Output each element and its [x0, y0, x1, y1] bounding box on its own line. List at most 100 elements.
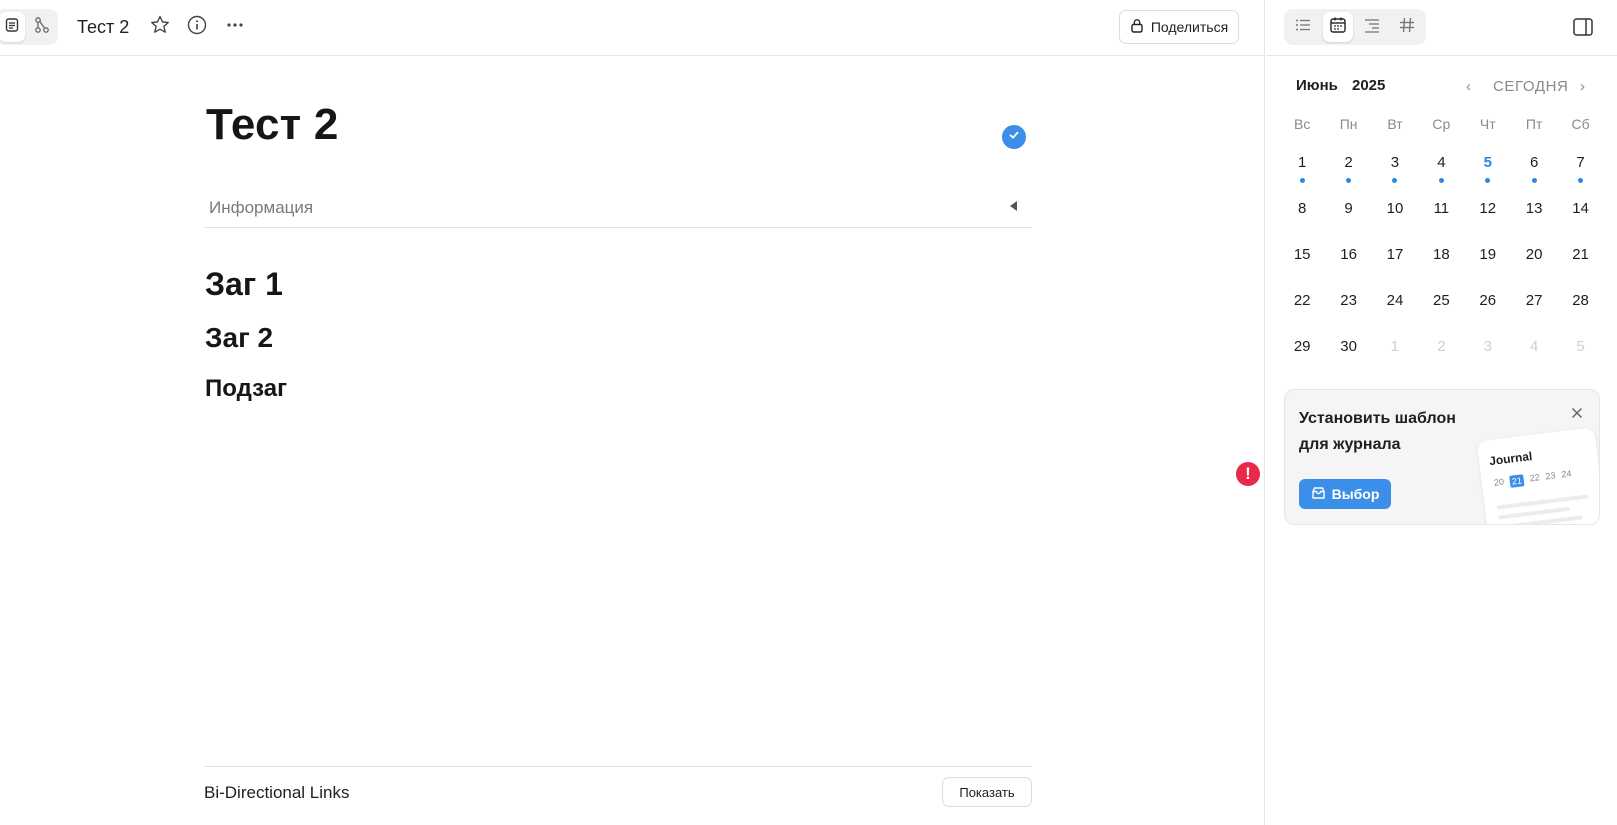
- tab-table-of-contents[interactable]: [1357, 12, 1388, 42]
- calendar-month[interactable]: Июнь: [1296, 77, 1338, 94]
- panel-toolbar: [1266, 0, 1617, 56]
- has-note-dot: [1438, 178, 1444, 183]
- page-title[interactable]: Тест 2: [206, 100, 339, 150]
- error-alert-icon[interactable]: !: [1236, 462, 1260, 486]
- calendar-year[interactable]: 2025: [1352, 77, 1385, 94]
- graph-icon: [33, 16, 51, 39]
- weekday-label: Чт: [1479, 116, 1496, 132]
- info-button[interactable]: [185, 15, 209, 39]
- favorite-button[interactable]: [148, 15, 172, 39]
- graph-view-button[interactable]: [29, 12, 55, 42]
- calendar-day[interactable]: 15: [1279, 234, 1325, 280]
- preview-line: [1496, 494, 1589, 510]
- has-note-dot: [1346, 178, 1352, 183]
- synced-badge: [1002, 125, 1026, 149]
- calendar-day[interactable]: 6: [1511, 142, 1557, 188]
- calendar-day[interactable]: 23: [1325, 280, 1371, 326]
- show-links-button[interactable]: Показать: [942, 777, 1032, 807]
- day-number: 3: [1390, 154, 1400, 171]
- calendar-next-button[interactable]: ›: [1580, 78, 1585, 95]
- sidebar-toggle-button[interactable]: [1572, 16, 1594, 38]
- template-card-title: Установить шаблон для журнала: [1299, 410, 1456, 453]
- calendar-day-next-month[interactable]: 4: [1511, 326, 1557, 372]
- calendar-day[interactable]: 3: [1372, 142, 1418, 188]
- calendar-day[interactable]: 29: [1279, 326, 1325, 372]
- share-button[interactable]: Поделиться: [1119, 10, 1239, 44]
- calendar-prev-button[interactable]: ‹: [1466, 78, 1471, 95]
- info-properties-toggle[interactable]: Информация: [204, 186, 1032, 228]
- document-icon: [4, 17, 20, 38]
- calendar-day[interactable]: 25: [1418, 280, 1464, 326]
- calendar-grid: Вс Пн Вт Ср Чт Пт Сб 1 2 3 4 5 6 7 8 9 1…: [1279, 110, 1604, 372]
- day-number: 5: [1483, 154, 1492, 171]
- has-note-dot: [1578, 178, 1584, 183]
- calendar-week: 8 9 10 11 12 13 14: [1279, 188, 1604, 234]
- preview-day: 22: [1529, 472, 1541, 484]
- preview-day: 20: [1493, 476, 1505, 488]
- tab-outline-list[interactable]: [1288, 12, 1319, 42]
- weekday-label: Вт: [1387, 116, 1403, 132]
- calendar-week: 15 16 17 18 19 20 21: [1279, 234, 1604, 280]
- list-icon: [1294, 16, 1312, 39]
- calendar-day[interactable]: 17: [1372, 234, 1418, 280]
- close-button[interactable]: [1569, 405, 1585, 421]
- sidebar-icon: [1572, 18, 1594, 42]
- calendar-day[interactable]: 2: [1325, 142, 1371, 188]
- collapse-arrow-icon: [1010, 201, 1017, 211]
- panel-tabs: [1284, 9, 1426, 45]
- calendar-day[interactable]: 14: [1557, 188, 1603, 234]
- heading-2[interactable]: Заг 2: [205, 322, 273, 354]
- calendar-day[interactable]: 7: [1557, 142, 1603, 188]
- tab-tags[interactable]: [1392, 12, 1423, 42]
- calendar-day[interactable]: 4: [1418, 142, 1464, 188]
- has-note-dot: [1531, 178, 1537, 183]
- check-icon: [1008, 128, 1020, 146]
- calendar-day[interactable]: 30: [1325, 326, 1371, 372]
- calendar-day[interactable]: 9: [1325, 188, 1371, 234]
- lock-icon: [1130, 18, 1144, 36]
- calendar-today-button[interactable]: СЕГОДНЯ: [1493, 78, 1568, 95]
- calendar-day-next-month[interactable]: 2: [1418, 326, 1464, 372]
- calendar-day[interactable]: 13: [1511, 188, 1557, 234]
- calendar-day[interactable]: 16: [1325, 234, 1371, 280]
- calendar-day[interactable]: 27: [1511, 280, 1557, 326]
- heading-3[interactable]: Подзаг: [205, 375, 287, 403]
- calendar-day[interactable]: 8: [1279, 188, 1325, 234]
- choose-template-button[interactable]: Выбор: [1299, 479, 1391, 509]
- calendar-week: 22 23 24 25 26 27 28: [1279, 280, 1604, 326]
- day-number: 6: [1529, 154, 1539, 171]
- calendar-day[interactable]: 11: [1418, 188, 1464, 234]
- doc-title[interactable]: Тест 2: [77, 17, 129, 38]
- calendar-day[interactable]: 22: [1279, 280, 1325, 326]
- heading-1[interactable]: Заг 1: [205, 266, 283, 303]
- calendar-day[interactable]: 21: [1557, 234, 1603, 280]
- more-button[interactable]: [223, 15, 247, 39]
- calendar-day[interactable]: 19: [1465, 234, 1511, 280]
- calendar-day-today[interactable]: 5: [1465, 142, 1511, 188]
- weekday-label: Вс: [1294, 116, 1311, 132]
- calendar-day[interactable]: 24: [1372, 280, 1418, 326]
- calendar-week: 1 2 3 4 5 6 7: [1279, 142, 1604, 188]
- preview-day: 23: [1544, 470, 1557, 482]
- day-number: 4: [1437, 154, 1446, 171]
- document-view-button[interactable]: [0, 12, 25, 42]
- main-area: Тест 2 Поделиться Тест 2 Информация Заг …: [0, 0, 1265, 825]
- day-number: 2: [1344, 154, 1353, 171]
- calendar-day-next-month[interactable]: 3: [1465, 326, 1511, 372]
- calendar-day[interactable]: 10: [1372, 188, 1418, 234]
- calendar-day[interactable]: 28: [1557, 280, 1603, 326]
- has-note-dot: [1299, 178, 1305, 183]
- calendar-day[interactable]: 26: [1465, 280, 1511, 326]
- top-bar: Тест 2 Поделиться: [0, 0, 1265, 56]
- preview-day-selected: 21: [1509, 474, 1525, 488]
- calendar-day[interactable]: 20: [1511, 234, 1557, 280]
- calendar-day-next-month[interactable]: 1: [1372, 326, 1418, 372]
- weekday-header: Вс Пн Вт Ср Чт Пт Сб: [1279, 110, 1604, 142]
- calendar-day[interactable]: 18: [1418, 234, 1464, 280]
- calendar-day[interactable]: 12: [1465, 188, 1511, 234]
- tab-calendar[interactable]: [1322, 12, 1353, 42]
- calendar-day[interactable]: 1: [1279, 142, 1325, 188]
- calendar-day-next-month[interactable]: 5: [1557, 326, 1603, 372]
- template-box-icon: [1311, 486, 1326, 503]
- weekday-label: Сб: [1571, 116, 1590, 132]
